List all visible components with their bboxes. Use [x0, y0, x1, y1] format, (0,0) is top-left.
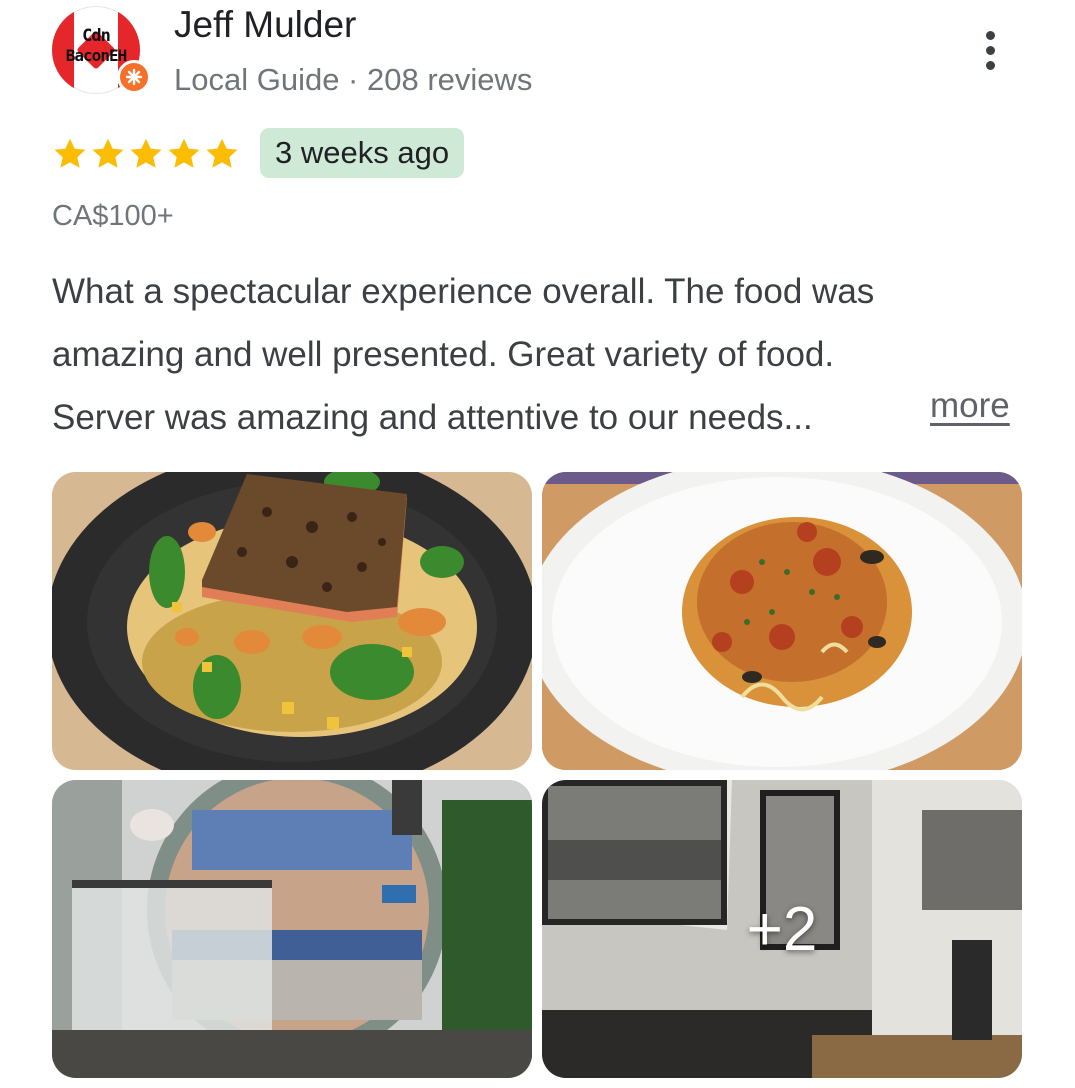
review-photo-pasta[interactable]	[542, 472, 1022, 770]
reviewer-name[interactable]: Jeff Mulder	[174, 4, 356, 46]
star-icon	[206, 138, 238, 168]
star-icon	[54, 138, 86, 168]
more-options-button[interactable]	[968, 26, 1012, 74]
more-vert-icon-dot	[985, 45, 995, 55]
local-guide-badge-icon	[117, 60, 151, 94]
more-photos-count[interactable]: +2	[542, 780, 1022, 1078]
star-icon	[168, 138, 200, 168]
price-range: CA$100+	[52, 200, 174, 232]
read-more-link[interactable]: more	[930, 386, 1010, 426]
review-text: What a spectacular experience overall. T…	[52, 260, 1027, 449]
avatar-text-top: Cdn	[82, 26, 111, 46]
review-text-line: amazing and well presented. Great variet…	[52, 335, 835, 374]
review-photo-dining-room[interactable]: +2	[542, 780, 1022, 1078]
star-icon	[92, 138, 124, 168]
review-photo-interior-window[interactable]	[52, 780, 532, 1078]
review-text-line: What a spectacular experience overall. T…	[52, 272, 875, 311]
review-time-badge: 3 weeks ago	[260, 128, 465, 178]
reviewer-meta: Local Guide · 208 reviews	[174, 62, 533, 97]
more-vert-icon	[985, 30, 995, 40]
review-text-line: Server was amazing and attentive to our …	[52, 398, 813, 437]
star-rating	[52, 136, 240, 172]
star-icon	[130, 138, 162, 168]
more-vert-icon-dot	[985, 60, 995, 70]
review-photo-salmon[interactable]	[52, 472, 532, 770]
